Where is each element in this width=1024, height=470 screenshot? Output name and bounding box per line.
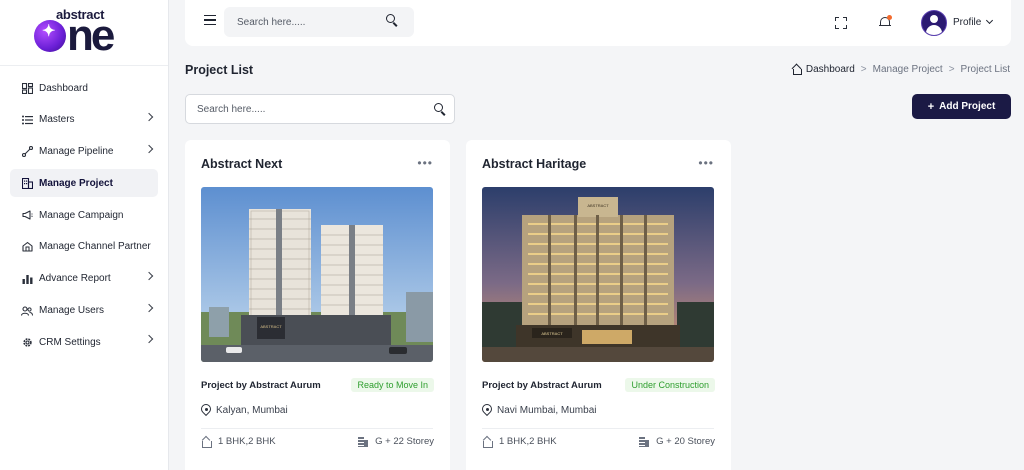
megaphone-icon: [21, 209, 33, 221]
home-icon: [201, 437, 212, 448]
users-icon: [21, 305, 33, 317]
card-divider: [482, 428, 714, 429]
home-icon: [791, 64, 802, 75]
plus-icon: +: [927, 100, 935, 113]
sidebar-item-crm-settings[interactable]: CRM Settings: [10, 328, 158, 356]
project-card[interactable]: Abstract Next ••• ABSTRACT Project by Ab…: [185, 140, 450, 470]
page-title: Project List: [185, 63, 254, 77]
breadcrumb-project-list: Project List: [960, 64, 1010, 75]
breadcrumb-manage-project[interactable]: Manage Project: [873, 64, 943, 75]
profile-menu-label[interactable]: Profile: [953, 17, 981, 28]
chevron-right-icon: [144, 303, 154, 312]
bar-chart-icon: [21, 273, 33, 285]
project-title[interactable]: Abstract Next: [201, 157, 282, 171]
sidebar-item-masters[interactable]: Masters: [10, 106, 158, 134]
project-image: ABSTRACT: [201, 187, 433, 362]
chevron-down-icon[interactable]: [985, 16, 994, 25]
gear-icon: [21, 336, 33, 348]
sidebar-item-label: Advance Report: [39, 273, 111, 285]
topbar: Profile: [185, 0, 1011, 46]
avatar[interactable]: [921, 10, 947, 36]
notification-bell-icon[interactable]: [879, 15, 892, 29]
project-storey: G + 22 Storey: [358, 436, 434, 447]
svg-text:ABSTRACT: ABSTRACT: [587, 203, 609, 208]
sidebar-item-label: Dashboard: [39, 82, 88, 94]
fullscreen-icon[interactable]: [835, 17, 847, 29]
sidebar-item-manage-project[interactable]: Manage Project: [10, 169, 158, 198]
search-icon[interactable]: [386, 14, 398, 26]
sidebar: abstract ne Dashboard Masters Manage Pip…: [0, 0, 169, 470]
project-search-input[interactable]: [185, 94, 455, 124]
chevron-right-icon: [144, 271, 154, 281]
chevron-right-icon: [144, 335, 154, 344]
sidebar-item-manage-channel-partner[interactable]: Manage Channel Partner: [10, 233, 158, 261]
sidebar-nav: Dashboard Masters Manage Pipeline Manage…: [0, 66, 168, 356]
location-pin-icon: [201, 404, 211, 416]
sidebar-item-manage-users[interactable]: Manage Users: [10, 297, 158, 325]
location-pin-icon: [482, 404, 492, 416]
svg-text:ABSTRACT: ABSTRACT: [260, 324, 282, 329]
project-configuration: 1 BHK,2 BHK: [482, 436, 557, 448]
notification-dot: [887, 15, 892, 20]
status-badge: Ready to Move In: [351, 378, 434, 392]
logo-star-o-icon: [34, 20, 66, 52]
partner-icon: [21, 241, 33, 253]
status-badge: Under Construction: [625, 378, 715, 392]
add-project-button[interactable]: + Add Project: [912, 94, 1011, 119]
more-options-icon[interactable]: •••: [698, 156, 714, 170]
sidebar-item-label: Manage Channel Partner: [39, 241, 151, 253]
sidebar-item-label: Manage Users: [39, 305, 105, 317]
project-storey: G + 20 Storey: [639, 436, 715, 447]
breadcrumb-separator: >: [860, 64, 867, 75]
search-icon[interactable]: [434, 103, 446, 115]
sidebar-item-label: Manage Campaign: [39, 209, 124, 221]
project-image: ABSTRACT ABSTRACT: [482, 187, 714, 362]
home-icon: [482, 437, 493, 448]
menu-toggle-icon[interactable]: [204, 15, 216, 25]
logo-wordmark-one: ne: [34, 14, 115, 58]
card-divider: [201, 428, 433, 429]
sidebar-item-advance-report[interactable]: Advance Report: [10, 265, 158, 293]
sidebar-item-label: Manage Project: [39, 177, 113, 189]
breadcrumb-dashboard[interactable]: Dashboard: [791, 64, 855, 75]
breadcrumb-separator: >: [948, 64, 955, 75]
pipeline-icon: [21, 146, 33, 158]
building-icon: [21, 177, 33, 189]
sidebar-item-label: Masters: [39, 114, 75, 126]
sidebar-item-label: CRM Settings: [39, 336, 101, 348]
chevron-right-icon: [144, 144, 154, 153]
building-icon: [639, 436, 650, 447]
more-options-icon[interactable]: •••: [417, 156, 433, 170]
project-location: Kalyan, Mumbai: [201, 404, 288, 416]
sidebar-item-manage-pipeline[interactable]: Manage Pipeline: [10, 138, 158, 166]
project-search: [185, 94, 455, 124]
breadcrumb: Dashboard > Manage Project > Project Lis…: [791, 64, 1010, 75]
sidebar-item-manage-campaign[interactable]: Manage Campaign: [10, 201, 158, 229]
brand-logo[interactable]: abstract ne: [0, 0, 168, 66]
sidebar-item-label: Manage Pipeline: [39, 146, 114, 158]
project-developer: Project by Abstract Aurum: [482, 380, 602, 391]
building-icon: [358, 436, 369, 447]
list-icon: [21, 114, 33, 126]
project-location: Navi Mumbai, Mumbai: [482, 404, 596, 416]
dashboard-icon: [21, 82, 33, 94]
project-title[interactable]: Abstract Haritage: [482, 157, 586, 171]
svg-text:ABSTRACT: ABSTRACT: [541, 331, 563, 336]
project-configuration: 1 BHK,2 BHK: [201, 436, 276, 448]
chevron-right-icon: [144, 112, 154, 122]
sidebar-item-dashboard[interactable]: Dashboard: [10, 74, 158, 102]
project-developer: Project by Abstract Aurum: [201, 380, 321, 391]
project-card[interactable]: Abstract Haritage ••• ABSTRACT ABSTRACT: [466, 140, 731, 470]
